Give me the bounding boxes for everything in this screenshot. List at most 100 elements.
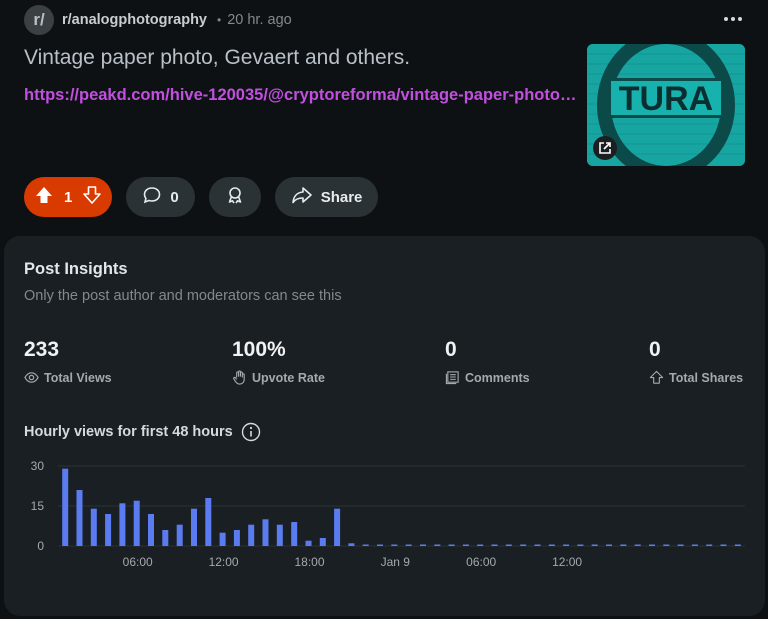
chart-bar[interactable]: [734, 544, 741, 547]
stat-value: 0: [649, 338, 661, 361]
comment-bubble-icon: [142, 185, 162, 209]
comments-button[interactable]: 0: [126, 177, 195, 217]
chart-bar[interactable]: [462, 544, 469, 547]
chart-bar[interactable]: [291, 522, 298, 546]
stat-value: 100%: [232, 338, 286, 361]
info-icon[interactable]: [241, 422, 261, 442]
stat-upvote-rate: 100% Upvote Rate: [232, 338, 325, 385]
chart-bar[interactable]: [563, 544, 570, 547]
post-insights-panel: Post Insights Only the post author and m…: [4, 236, 765, 616]
x-tick-label: 06:00: [123, 555, 153, 569]
chart-bar[interactable]: [577, 544, 584, 547]
chart-bar[interactable]: [262, 519, 269, 546]
share-button[interactable]: Share: [274, 177, 379, 217]
chart-bar[interactable]: [62, 468, 69, 546]
post-thumbnail[interactable]: TURA: [587, 44, 745, 166]
stat-label: Comments: [465, 370, 530, 385]
y-tick-label: 0: [37, 539, 44, 553]
chart-bar[interactable]: [248, 524, 255, 546]
stat-total-shares: 0 Total Shares: [649, 338, 743, 385]
share-label: Share: [320, 188, 363, 206]
x-tick-label: 12:00: [209, 555, 239, 569]
chart-bar[interactable]: [391, 544, 398, 547]
chart-bar[interactable]: [477, 544, 484, 547]
chart-bar[interactable]: [420, 544, 426, 547]
award-button[interactable]: [208, 177, 261, 217]
chart-bar[interactable]: [276, 524, 283, 546]
chart-bar[interactable]: [548, 544, 555, 547]
chart-bar[interactable]: [219, 532, 226, 546]
more-options-icon[interactable]: [722, 8, 744, 30]
thumbnail-logo-text: TURA: [619, 80, 713, 118]
chart-bar[interactable]: [362, 544, 369, 547]
chart-bar[interactable]: [706, 544, 713, 547]
subreddit-name[interactable]: r/analogphotography: [62, 12, 207, 28]
y-tick-label: 15: [31, 499, 45, 513]
x-tick-label: 18:00: [294, 555, 324, 569]
chart-bar[interactable]: [491, 544, 498, 547]
chart-bar[interactable]: [620, 544, 627, 547]
comment-count: 0: [170, 188, 179, 206]
x-tick-label: 06:00: [466, 555, 496, 569]
post-title[interactable]: Vintage paper photo, Gevaert and others.: [24, 46, 410, 70]
chart-bar[interactable]: [448, 544, 455, 547]
chart-title-text: Hourly views for first 48 hours: [24, 424, 233, 440]
separator-dot: •: [217, 13, 222, 27]
chart-bar[interactable]: [319, 538, 326, 546]
chart-bar[interactable]: [677, 544, 684, 547]
chart-bar[interactable]: [606, 544, 612, 547]
hand-icon: [233, 370, 245, 385]
chart-bar[interactable]: [663, 544, 670, 547]
chart-bar[interactable]: [162, 530, 169, 546]
chart-bar[interactable]: [720, 544, 727, 547]
stat-value: 233: [24, 338, 60, 361]
stat-label: Total Shares: [669, 370, 744, 385]
chart-bar[interactable]: [505, 544, 512, 547]
stat-value: 0: [445, 338, 457, 361]
chart-bar[interactable]: [191, 508, 197, 546]
x-tick-label: Jan 9: [381, 555, 411, 569]
external-link-icon[interactable]: [593, 136, 617, 160]
chart-bar[interactable]: [90, 508, 97, 546]
award-icon: [225, 185, 245, 209]
stat-total-views: 233 Total Views: [24, 338, 112, 385]
chart-bar[interactable]: [520, 544, 527, 547]
chart-bar[interactable]: [176, 524, 183, 546]
chart-bar[interactable]: [348, 543, 355, 546]
chart-bar[interactable]: [434, 544, 441, 547]
chart-bar[interactable]: [691, 544, 698, 547]
chart-bar[interactable]: [133, 500, 140, 546]
insights-subtitle: Only the post author and moderators can …: [24, 288, 342, 304]
chart-bar[interactable]: [233, 530, 240, 546]
share-icon: [649, 370, 664, 384]
upvote-icon[interactable]: [34, 185, 54, 209]
chart-bar[interactable]: [76, 490, 83, 546]
comments-icon: [445, 371, 459, 385]
share-arrow-icon: [291, 185, 313, 209]
chart-bar[interactable]: [119, 503, 126, 546]
downvote-icon[interactable]: [82, 185, 102, 209]
eye-icon: [24, 372, 39, 383]
chart-title: Hourly views for first 48 hours: [24, 422, 261, 442]
chart-bar[interactable]: [377, 544, 383, 547]
chart-bar[interactable]: [148, 514, 154, 546]
chart-bar[interactable]: [534, 544, 541, 547]
stat-label: Upvote Rate: [252, 370, 325, 385]
chart-bar[interactable]: [205, 498, 212, 546]
chart-bar[interactable]: [649, 544, 655, 547]
post-header: r/ r/analogphotography • 20 hr. ago: [24, 5, 292, 35]
chart-bar[interactable]: [105, 514, 112, 546]
chart-bar[interactable]: [591, 544, 598, 547]
subreddit-avatar[interactable]: r/: [24, 5, 54, 35]
post-action-bar: 1 0 Share: [24, 177, 379, 217]
chart-bar[interactable]: [405, 544, 412, 547]
chart-bar[interactable]: [305, 540, 312, 546]
chart-bar[interactable]: [634, 544, 641, 547]
chart-bar[interactable]: [334, 508, 341, 546]
vote-control: 1: [24, 177, 113, 217]
stat-comments: 0 Comments: [445, 338, 530, 385]
post-link[interactable]: https://peakd.com/hive-120035/@cryptoref…: [24, 86, 579, 105]
post-time: 20 hr. ago: [227, 12, 292, 28]
stat-label: Total Views: [44, 370, 112, 385]
vote-count: 1: [64, 188, 73, 206]
